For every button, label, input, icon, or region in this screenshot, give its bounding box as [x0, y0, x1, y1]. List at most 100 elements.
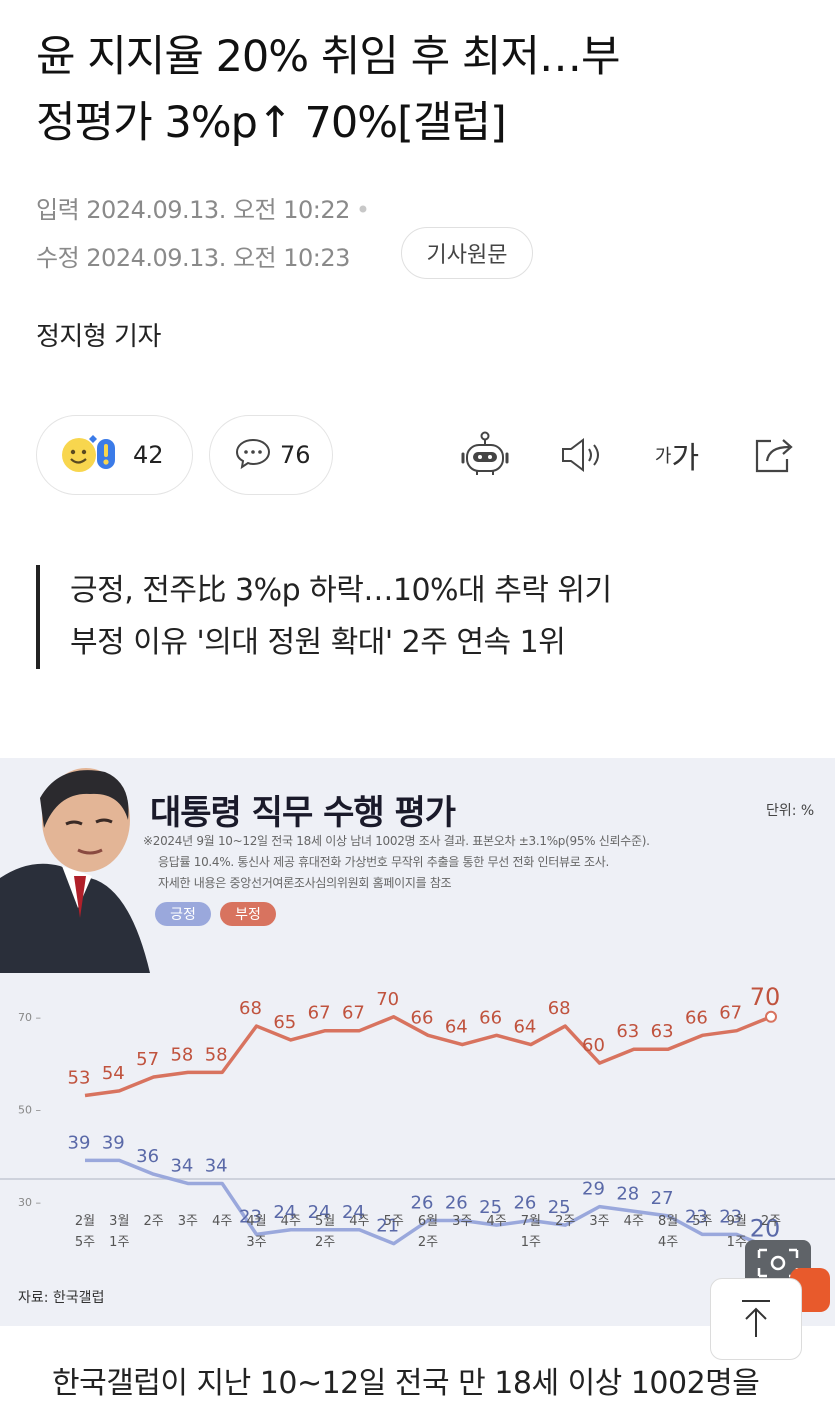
- data-label: 63: [616, 1021, 639, 1042]
- data-label: 57: [136, 1049, 159, 1070]
- x-tick-label: 3주: [452, 1214, 472, 1229]
- data-label: 36: [136, 1146, 159, 1167]
- x-tick-label: 4주: [486, 1214, 506, 1229]
- original-article-button[interactable]: 기사원문: [401, 227, 533, 279]
- data-label: 53: [68, 1068, 91, 1089]
- comment-count: 76: [280, 441, 311, 469]
- font-size-large: 가: [671, 441, 700, 476]
- modified-date: 수정 2024.09.13. 오전 10:23: [36, 244, 350, 272]
- x-tick-label: 4주: [281, 1214, 301, 1229]
- approval-line-chart: 30 –50 –70 –39 3936 34 3423 24 24 242126 26 25 26…: [0, 983, 835, 1255]
- legend-negative: 부정: [220, 902, 276, 926]
- data-label: 26: [411, 1193, 434, 1214]
- chart-source: 자료: 한국갤럽: [18, 1290, 105, 1306]
- x-tick-label: 4주: [624, 1214, 644, 1229]
- data-label: 34: [205, 1155, 228, 1176]
- reaction-button[interactable]: 42: [36, 415, 193, 495]
- font-size-small: 가: [654, 446, 672, 467]
- data-label: 27: [651, 1188, 674, 1209]
- data-label: 67: [308, 1003, 331, 1024]
- x-tick-label: 3주: [178, 1214, 198, 1229]
- x-tick-label: 3주: [589, 1214, 609, 1229]
- data-label: 29: [582, 1179, 605, 1200]
- separator-dot: •: [355, 196, 370, 224]
- reaction-count: 42: [133, 441, 164, 469]
- input-date: 입력 2024.09.13. 오전 10:22 •: [36, 190, 370, 225]
- data-label: 26: [445, 1193, 468, 1214]
- reporter-name: 정지형 기자: [36, 322, 161, 352]
- comment-bubble-icon: [234, 436, 272, 474]
- x-tick-label: 2주: [418, 1235, 438, 1250]
- title-line-1: 윤 지지율 20% 취임 후 최저…부: [36, 32, 621, 82]
- data-label: 54: [102, 1063, 125, 1084]
- data-label: 66: [411, 1007, 434, 1028]
- y-tick-label: 50 –: [18, 1103, 41, 1116]
- y-tick-label: 30 –: [18, 1196, 41, 1209]
- x-tick-label: 5주: [384, 1214, 404, 1229]
- data-label: 63: [651, 1021, 674, 1042]
- x-tick-label: 8월: [658, 1214, 678, 1229]
- ai-summary-robot-icon[interactable]: [458, 428, 512, 482]
- data-label: 67: [342, 1003, 365, 1024]
- reaction-emoji-icon: [59, 429, 125, 481]
- x-tick-label: 4주: [212, 1214, 232, 1229]
- chart-title: 대통령 직무 수행 평가: [150, 793, 456, 833]
- x-tick-label: 2주: [761, 1214, 781, 1229]
- subhead-line-1: 긍정, 전주比 3%p 하락…10%대 추락 위기: [70, 573, 612, 608]
- x-tick-label: 1주: [727, 1235, 747, 1250]
- x-tick-label: 3주: [246, 1235, 266, 1250]
- chart-note-2: 응답률 10.4%. 통신사 제공 휴대전화 가상번호 무작위 추출을 통한 무…: [158, 855, 609, 869]
- subhead-line-2: 부정 이유 '의대 정원 확대' 2주 연속 1위: [70, 625, 566, 660]
- article-body-first-line: 한국갤럽이 지난 10~12일 전국 만 18세 이상 1002명을: [52, 1366, 760, 1401]
- legend-positive: 긍정: [155, 902, 211, 926]
- data-label: 58: [170, 1044, 193, 1065]
- x-tick-label: 1주: [109, 1235, 129, 1250]
- font-size-button[interactable]: 가가: [648, 428, 706, 482]
- x-tick-label: 2월: [75, 1214, 95, 1229]
- data-label: 66: [685, 1007, 708, 1028]
- data-label: 70: [750, 983, 781, 1011]
- y-tick-label: 70 –: [18, 1011, 41, 1024]
- data-label: 58: [205, 1044, 228, 1065]
- chart-note-1: ※2024년 9월 10~12일 전국 18세 이상 남녀 1002명 조사 결…: [143, 834, 650, 848]
- data-label: 34: [170, 1155, 193, 1176]
- chart-unit: 단위: %: [766, 803, 815, 819]
- president-portrait-image: [0, 768, 150, 973]
- x-tick-label: 2주: [143, 1214, 163, 1229]
- data-label: 64: [445, 1017, 468, 1038]
- title-line-2: 정평가 3%p↑ 70%[갤럽]: [36, 98, 507, 148]
- data-label: 68: [548, 998, 571, 1019]
- x-tick-label: 2주: [555, 1214, 575, 1229]
- input-date-text: 입력 2024.09.13. 오전 10:22: [36, 196, 350, 224]
- comment-button[interactable]: 76: [209, 415, 333, 495]
- x-tick-label: 4월: [246, 1214, 266, 1229]
- data-label: 67: [719, 1003, 742, 1024]
- data-label: 60: [582, 1035, 605, 1056]
- x-tick-label: 9월: [727, 1214, 747, 1229]
- share-icon[interactable]: [748, 428, 802, 482]
- x-tick-label: 5주: [75, 1235, 95, 1250]
- article-subhead: 긍정, 전주比 3%p 하락…10%대 추락 위기 부정 이유 '의대 정원 확…: [36, 565, 612, 669]
- x-tick-label: 5주: [692, 1214, 712, 1229]
- x-tick-label: 7월: [521, 1214, 541, 1229]
- data-label: 65: [273, 1012, 296, 1033]
- scroll-to-top-button[interactable]: [710, 1278, 802, 1360]
- x-tick-label: 5월: [315, 1214, 335, 1229]
- data-label: 39: [102, 1132, 125, 1153]
- article-title: 윤 지지율 20% 취임 후 최저…부 정평가 3%p↑ 70%[갤럽]: [36, 24, 816, 156]
- data-label: 28: [616, 1183, 639, 1204]
- data-label: 70: [376, 989, 399, 1010]
- x-tick-label: 1주: [521, 1235, 541, 1250]
- arrow-up-icon: [742, 1300, 770, 1337]
- data-label: 26: [513, 1193, 536, 1214]
- x-tick-label: 6월: [418, 1214, 438, 1229]
- data-label: 39: [68, 1132, 91, 1153]
- data-label: 66: [479, 1007, 502, 1028]
- data-label: 64: [513, 1017, 536, 1038]
- x-tick-label: 4주: [658, 1235, 678, 1250]
- x-tick-label: 4주: [349, 1214, 369, 1229]
- data-point: [765, 1010, 777, 1023]
- x-tick-label: 2주: [315, 1235, 335, 1250]
- data-label: 68: [239, 998, 262, 1019]
- text-to-speech-icon[interactable]: [555, 428, 609, 482]
